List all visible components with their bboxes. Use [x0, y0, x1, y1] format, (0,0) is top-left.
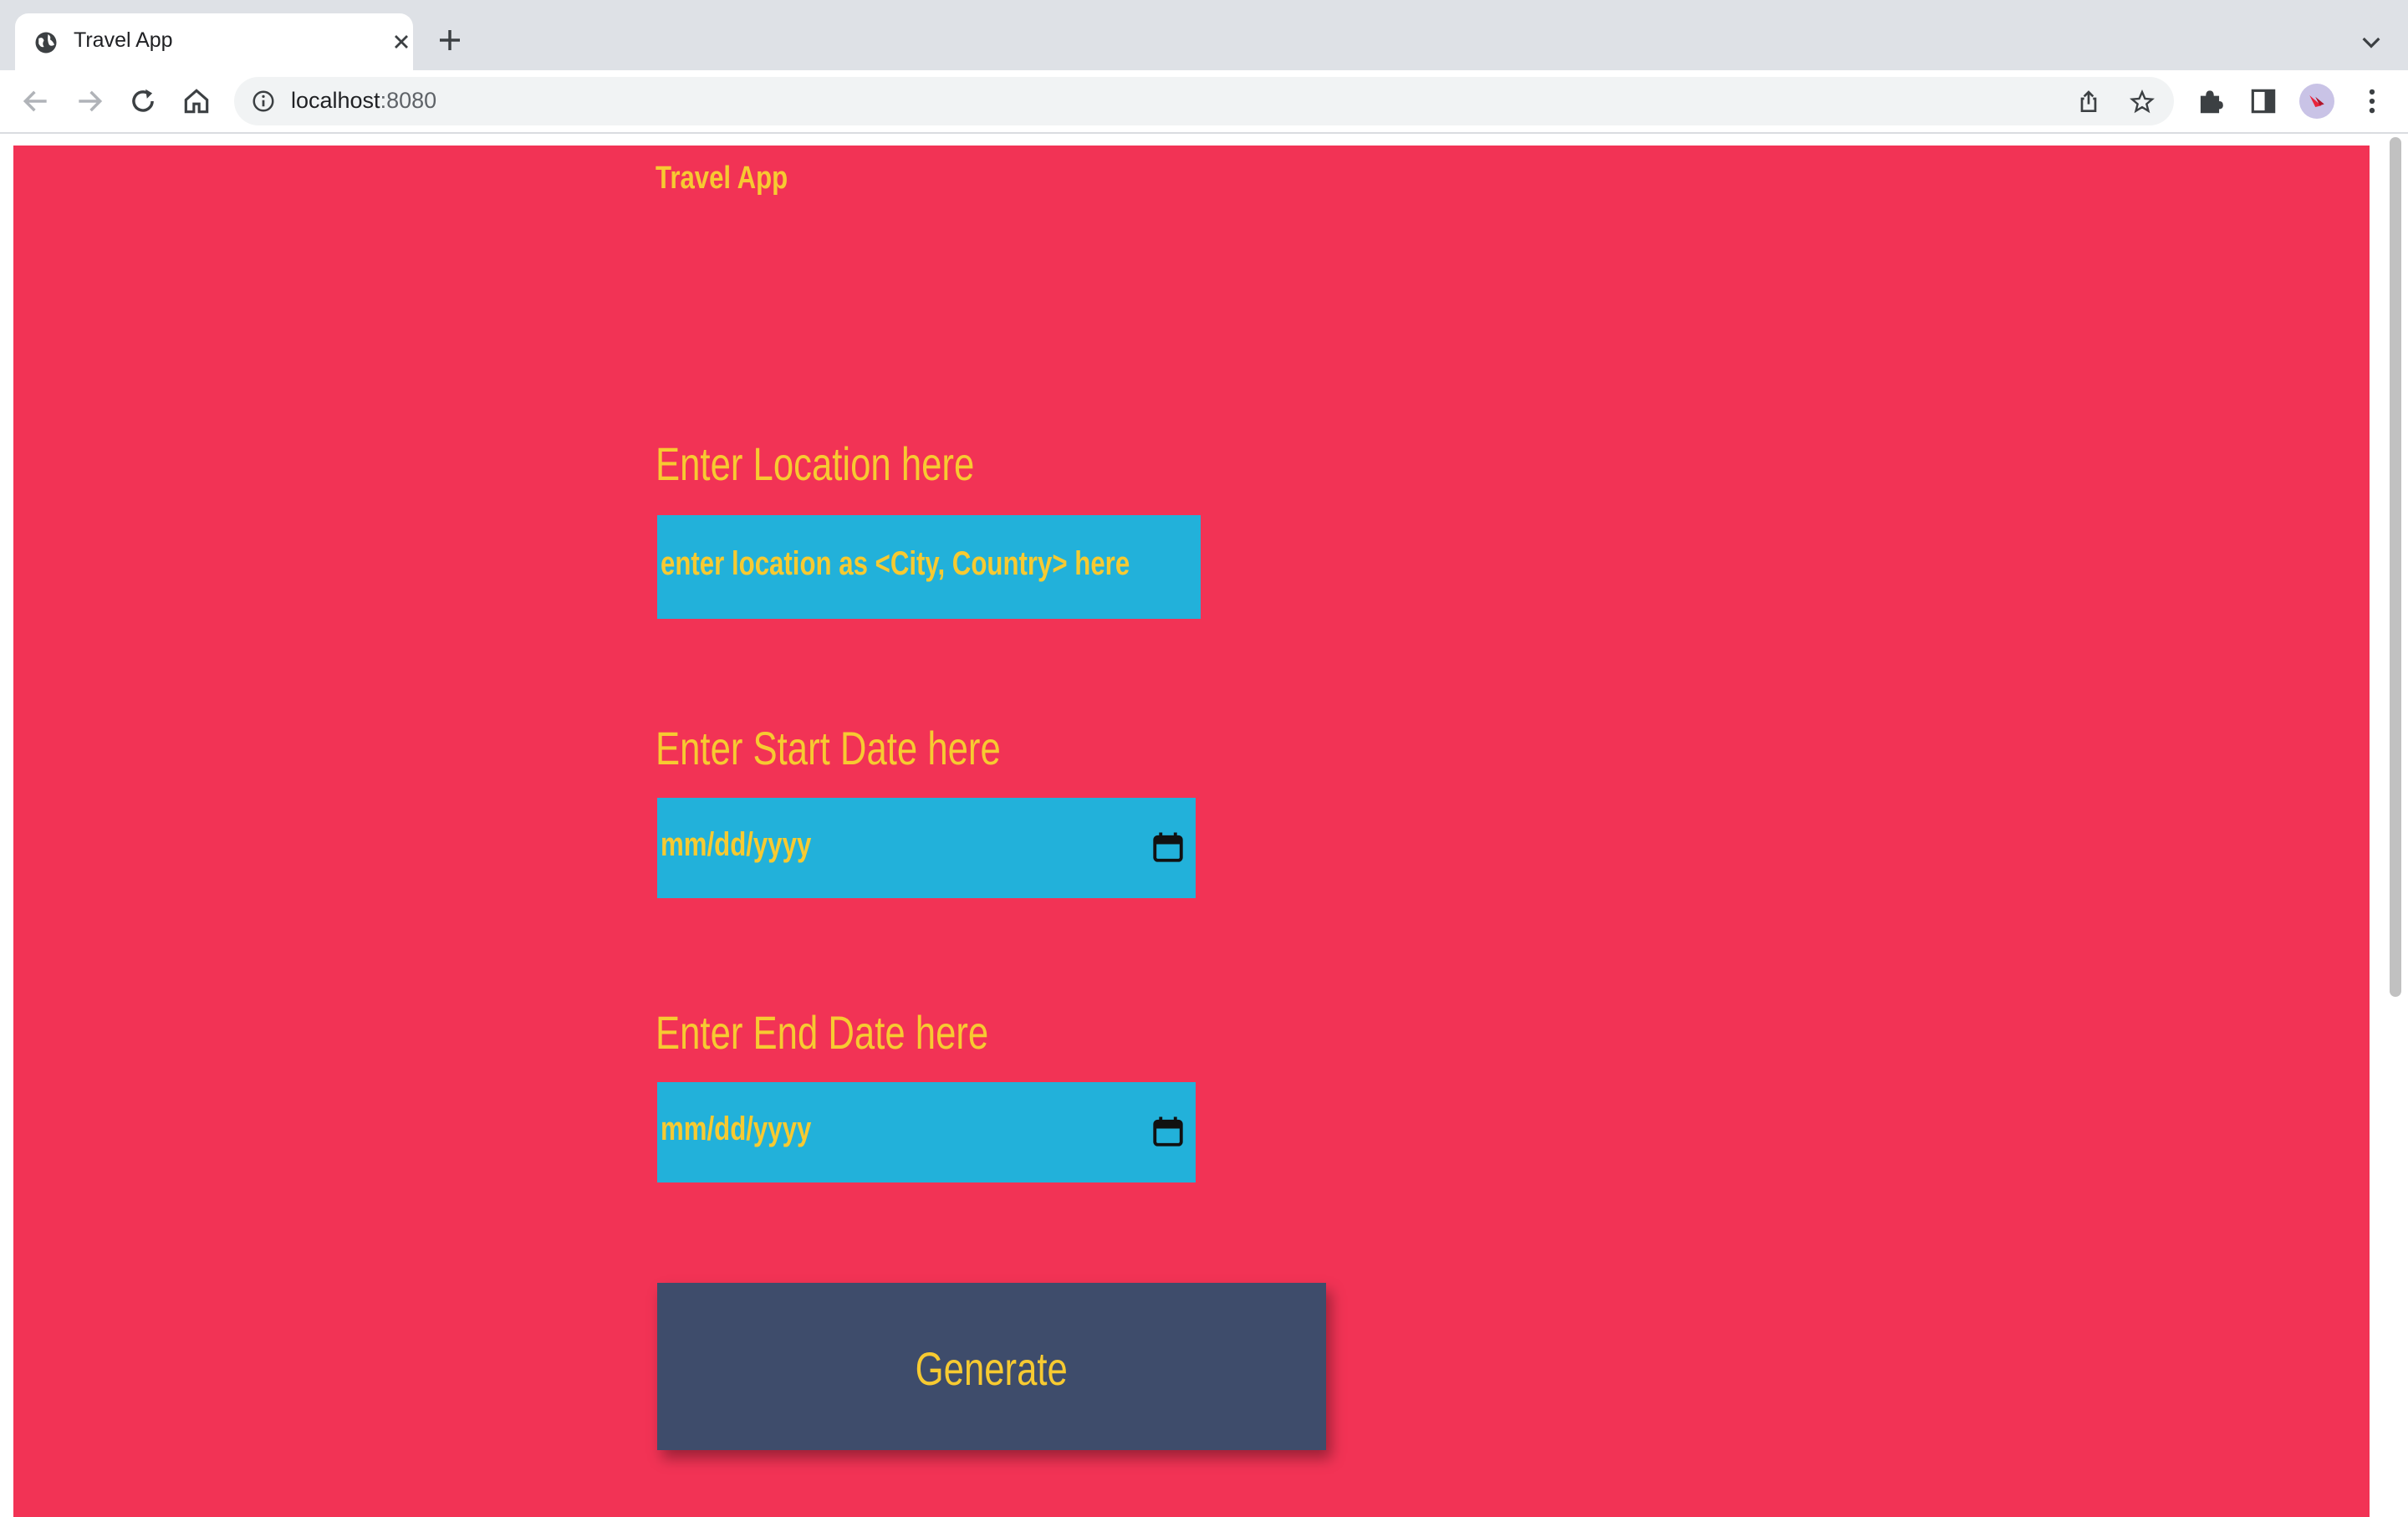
generate-label-text: Generate	[915, 1342, 1069, 1395]
end-date-input[interactable]: mm/dd/yyyy	[657, 1082, 1196, 1182]
start-date-label: Enter Start Date here	[656, 722, 1001, 774]
start-date-input[interactable]: mm/dd/yyyy	[657, 798, 1196, 898]
plus-icon[interactable]	[436, 27, 463, 54]
location-placeholder: enter location as <City, Country> here	[661, 545, 1130, 582]
profile-bird-icon	[2309, 95, 2324, 107]
start-date-placeholder: mm/dd/yyyy	[661, 826, 812, 863]
generate-button-label: Generate	[657, 1341, 1326, 1396]
reload-icon[interactable]	[127, 85, 159, 117]
browser-tab[interactable]: Travel App	[15, 13, 413, 70]
url-host: localhost	[291, 88, 380, 113]
location-input[interactable]: enter location as <City, Country> here	[657, 515, 1201, 619]
kebab-menu-icon[interactable]	[2356, 85, 2388, 117]
app-page: Travel App Enter Location here enter loc…	[13, 146, 2370, 1517]
forward-icon[interactable]	[74, 85, 105, 117]
end-date-placeholder: mm/dd/yyyy	[661, 1111, 812, 1147]
star-icon[interactable]	[2129, 89, 2155, 115]
tab-strip: Travel App	[0, 0, 2408, 70]
location-label: Enter Location here	[656, 437, 975, 490]
avatar[interactable]	[2299, 84, 2334, 119]
address-bar[interactable]: localhost:8080	[234, 77, 2174, 125]
close-icon[interactable]	[390, 30, 413, 54]
home-icon[interactable]	[181, 85, 212, 117]
page-viewport: Travel App Enter Location here enter loc…	[0, 134, 2408, 1517]
tab-title: Travel App	[74, 28, 173, 52]
generate-button[interactable]: Generate	[657, 1283, 1326, 1450]
app-title: Travel App	[656, 161, 788, 196]
info-icon[interactable]	[251, 89, 276, 114]
globe-icon	[35, 32, 57, 54]
url-text[interactable]: localhost:8080	[291, 88, 436, 114]
calendar-icon[interactable]	[1150, 1114, 1186, 1149]
url-port: :8080	[380, 88, 437, 113]
end-date-label: Enter End Date here	[656, 1006, 989, 1059]
share-icon[interactable]	[2075, 89, 2102, 115]
puzzle-icon[interactable]	[2194, 85, 2226, 117]
sidebar-icon[interactable]	[2247, 85, 2279, 117]
back-icon[interactable]	[20, 85, 52, 117]
calendar-icon[interactable]	[1150, 830, 1186, 865]
browser-toolbar: localhost:8080	[0, 70, 2408, 134]
chevron-down-icon[interactable]	[2358, 28, 2385, 55]
scrollbar[interactable]	[2383, 134, 2408, 1505]
scrollbar-thumb[interactable]	[2390, 137, 2401, 997]
